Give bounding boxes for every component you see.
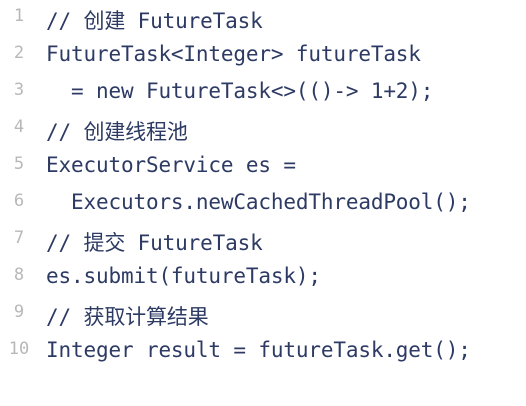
line-number: 1	[13, 6, 25, 26]
line-number: 7	[13, 228, 25, 248]
line-code: // 提交 FutureTask	[46, 231, 263, 255]
line-code: ExecutorService es =	[46, 153, 296, 177]
line-number: 4	[13, 117, 25, 137]
code-line-6: 6 Executors.newCachedThreadPool();	[0, 186, 526, 223]
code-line-10: 10 Integer result = futureTask.get();	[0, 334, 526, 371]
line-number: 5	[13, 154, 25, 174]
line-code: // 创建线程池	[46, 120, 188, 144]
code-line-5: 5 ExecutorService es =	[0, 149, 526, 186]
code-line-2: 2 FutureTask<Integer> futureTask	[0, 38, 526, 75]
code-line-3: 3 = new FutureTask<>(()-> 1+2);	[0, 75, 526, 112]
code-line-8: 8 es.submit(futureTask);	[0, 260, 526, 297]
line-number: 6	[13, 191, 25, 211]
code-line-7: 7 // 提交 FutureTask	[0, 223, 526, 260]
line-code: = new FutureTask<>(()-> 1+2);	[46, 79, 434, 103]
line-number: 3	[13, 80, 25, 100]
line-code: es.submit(futureTask);	[46, 264, 321, 288]
line-code: Executors.newCachedThreadPool();	[46, 190, 471, 214]
code-line-1: 1 // 创建 FutureTask	[0, 1, 526, 38]
code-block: 1 // 创建 FutureTask 2 FutureTask<Integer>…	[0, 0, 526, 400]
code-line-4: 4 // 创建线程池	[0, 112, 526, 149]
line-code: FutureTask<Integer> futureTask	[46, 42, 421, 66]
line-number: 2	[13, 43, 25, 63]
line-code: Integer result = futureTask.get();	[46, 338, 471, 362]
line-number: 8	[13, 265, 25, 285]
line-number: 9	[13, 302, 25, 322]
code-line-9: 9 // 获取计算结果	[0, 297, 526, 334]
line-code: // 创建 FutureTask	[46, 9, 263, 33]
line-number: 10	[8, 339, 30, 359]
line-code: // 获取计算结果	[46, 305, 209, 329]
